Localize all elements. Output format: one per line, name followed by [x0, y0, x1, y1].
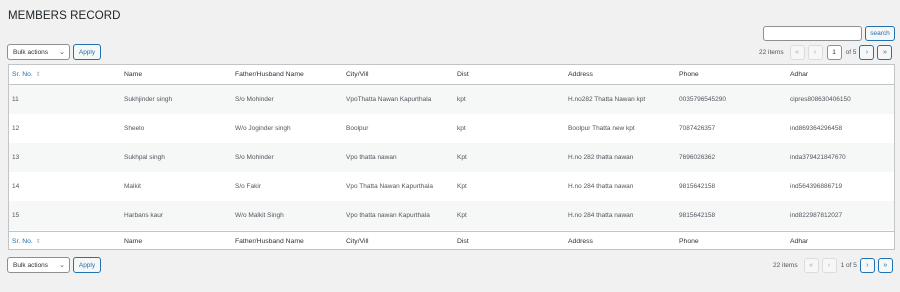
cell-city: VpoThatta Nawan Kapurthala	[346, 96, 432, 103]
column-footer-dist: Dist	[457, 238, 469, 245]
cell-name: Sukhpal singh	[124, 154, 165, 161]
table-header: Sr. No. ⇕ Name Father/Husband Name City/…	[9, 65, 894, 85]
cell-name: Sukhjinder singh	[124, 96, 173, 103]
items-count: 22 items	[759, 48, 784, 56]
column-footer-city: City/Vill	[346, 238, 369, 245]
column-header-father-husband: Father/Husband Name	[235, 71, 304, 78]
total-pages-label: of 5	[845, 48, 857, 56]
column-footer-father-husband: Father/Husband Name	[235, 238, 304, 245]
cell-phone: 9815642158	[679, 183, 716, 190]
current-page-input[interactable]: 1	[826, 44, 842, 60]
column-header-phone: Phone	[679, 71, 699, 78]
column-label: Sr. No.	[12, 238, 33, 245]
cell-phone: 0035796545290	[679, 96, 726, 103]
table-footer: Sr. No. ⇕ Name Father/Husband Name City/…	[9, 231, 894, 251]
cell-adhar: cipres808630406150	[790, 96, 851, 103]
cell-father-husband: S/o Fakir	[235, 183, 262, 190]
column-header-name: Name	[124, 71, 143, 78]
cell-address: H.no 282 thatta nawan	[568, 154, 634, 161]
cell-sr-no: 15	[12, 212, 20, 219]
prev-page-button[interactable]: ‹	[821, 257, 837, 273]
last-page-button[interactable]: »	[877, 44, 893, 60]
cell-phone: 7696026362	[679, 154, 716, 161]
column-footer-sr-no[interactable]: Sr. No. ⇕	[12, 232, 41, 251]
column-header-address: Address	[568, 71, 593, 78]
cell-father-husband: W/o Malkit Singh	[235, 212, 284, 219]
column-footer-adhar: Adhar	[790, 238, 809, 245]
cell-father-husband: S/o Mohinder	[235, 154, 274, 161]
cell-dist: Kpt	[457, 183, 467, 190]
page-title: MEMBERS RECORD	[8, 10, 121, 22]
page-indicator: 1 of 5	[840, 261, 857, 269]
column-header-city: City/Vill	[346, 71, 369, 78]
search-input[interactable]	[763, 26, 862, 41]
cell-phone: 9815642158	[679, 212, 716, 219]
apply-button-top[interactable]: Apply	[73, 44, 101, 60]
cell-name: Harbans kaur	[124, 212, 164, 219]
table-row[interactable]: 15 Harbans kaur W/o Malkit Singh Vpo tha…	[9, 201, 894, 230]
cell-city: Boolpur	[346, 125, 369, 132]
column-footer-address: Address	[568, 238, 593, 245]
column-header-dist: Dist	[457, 71, 469, 78]
bulk-actions-label: Bulk actions	[13, 48, 49, 56]
table-row[interactable]: 11 Sukhjinder singh S/o Mohinder VpoThat…	[9, 85, 894, 114]
apply-button-bottom[interactable]: Apply	[73, 257, 101, 273]
column-footer-name: Name	[124, 238, 143, 245]
cell-name: Malkit	[124, 183, 141, 190]
members-table: Sr. No. ⇕ Name Father/Husband Name City/…	[8, 64, 895, 250]
table-row[interactable]: 12 Sheelo W/o Joginder singh Boolpur kpt…	[9, 114, 894, 143]
chevron-down-icon: ⌄	[59, 49, 65, 56]
cell-address: H.no 284 thatta nawan	[568, 212, 634, 219]
cell-dist: Kpt	[457, 212, 467, 219]
cell-father-husband: S/o Mohinder	[235, 96, 274, 103]
cell-city: Vpo thatta nawan	[346, 154, 397, 161]
items-count: 22 items	[773, 261, 798, 269]
sort-arrows-icon: ⇕	[35, 72, 41, 78]
cell-father-husband: W/o Joginder singh	[235, 125, 291, 132]
cell-dist: kpt	[457, 96, 466, 103]
cell-adhar: ind869364296458	[790, 125, 843, 132]
last-page-button[interactable]: »	[877, 257, 893, 273]
bulk-actions-select-bottom[interactable]: Bulk actions ⌄	[7, 257, 70, 273]
pagination-bottom: 22 items « ‹ 1 of 5 › »	[773, 257, 893, 273]
next-page-button[interactable]: ›	[859, 44, 875, 60]
cell-city: Vpo Thatta Nawan Kapurthala	[346, 183, 433, 190]
cell-sr-no: 11	[12, 96, 19, 103]
cell-phone: 7087426357	[679, 125, 716, 132]
column-header-sr-no[interactable]: Sr. No. ⇕	[12, 65, 41, 84]
table-row[interactable]: 13 Sukhpal singh S/o Mohinder Vpo thatta…	[9, 143, 894, 172]
cell-dist: Kpt	[457, 154, 467, 161]
cell-sr-no: 12	[12, 125, 20, 132]
prev-page-button[interactable]: ‹	[807, 44, 823, 60]
cell-address: H.no 284 thatta nawan	[568, 183, 634, 190]
chevron-down-icon: ⌄	[59, 262, 65, 269]
bulk-actions-label: Bulk actions	[13, 261, 49, 269]
column-header-adhar: Adhar	[790, 71, 809, 78]
cell-address: H.no282 Thatta Nawan kpt	[568, 96, 646, 103]
cell-sr-no: 14	[12, 183, 20, 190]
next-page-button[interactable]: ›	[859, 257, 875, 273]
pagination-top: 22 items « ‹ 1 of 5 › »	[759, 44, 893, 60]
cell-adhar: ind564396886719	[790, 183, 843, 190]
cell-adhar: ind822987812027	[790, 212, 843, 219]
cell-sr-no: 13	[12, 154, 20, 161]
cell-dist: kpt	[457, 125, 466, 132]
first-page-button[interactable]: «	[789, 44, 805, 60]
cell-name: Sheelo	[124, 125, 145, 132]
bulk-actions-select-top[interactable]: Bulk actions ⌄	[7, 44, 70, 60]
table-row[interactable]: 14 Malkit S/o Fakir Vpo Thatta Nawan Kap…	[9, 172, 894, 201]
cell-adhar: inda379421847670	[790, 154, 846, 161]
column-label: Sr. No.	[12, 71, 33, 78]
first-page-button[interactable]: «	[803, 257, 819, 273]
column-footer-phone: Phone	[679, 238, 699, 245]
search-button[interactable]: search	[865, 26, 895, 41]
cell-city: Vpo thatta nawan Kapurthala	[346, 212, 430, 219]
cell-address: Boolpur Thatta new kpt	[568, 125, 635, 132]
sort-arrows-icon: ⇕	[35, 239, 41, 245]
